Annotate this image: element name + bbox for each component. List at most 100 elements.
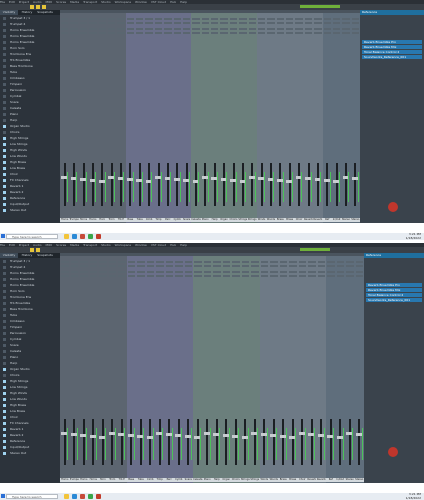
insert-slot[interactable] bbox=[107, 22, 116, 24]
volume-fader-track[interactable] bbox=[288, 163, 291, 206]
channel-header[interactable] bbox=[221, 253, 231, 256]
send-slot[interactable] bbox=[211, 28, 219, 30]
visibility-track-item[interactable]: Horns Ensemble bbox=[0, 283, 60, 288]
send-slot[interactable] bbox=[201, 28, 209, 30]
volume-fader-track[interactable] bbox=[223, 163, 226, 206]
channel-header[interactable] bbox=[125, 10, 135, 13]
send-slot[interactable] bbox=[317, 275, 325, 277]
visibility-track-item[interactable]: Low Strings bbox=[0, 142, 60, 147]
insert-slot[interactable] bbox=[201, 18, 209, 20]
visibility-track-item[interactable]: Percussion bbox=[0, 331, 60, 336]
channel-header[interactable] bbox=[106, 10, 117, 13]
visibility-checkbox[interactable] bbox=[3, 203, 6, 206]
volume-fader-track[interactable] bbox=[120, 163, 122, 206]
send-slot[interactable] bbox=[308, 275, 316, 277]
visibility-track-item[interactable]: Cymbal bbox=[0, 94, 60, 99]
insert-slot[interactable] bbox=[222, 265, 230, 267]
insert-slot[interactable] bbox=[355, 261, 363, 263]
volume-fader-track[interactable] bbox=[260, 163, 263, 206]
visibility-checkbox[interactable] bbox=[3, 284, 6, 287]
channel-header[interactable] bbox=[181, 10, 192, 13]
visibility-checkbox[interactable] bbox=[3, 290, 6, 293]
insert-slot[interactable] bbox=[126, 22, 134, 24]
visibility-track-item[interactable]: Organ Studio bbox=[0, 367, 60, 372]
send-slot[interactable] bbox=[70, 32, 78, 34]
visibility-checkbox[interactable] bbox=[3, 272, 6, 275]
insert-slot[interactable] bbox=[127, 265, 135, 267]
visibility-track-item[interactable]: Choir bbox=[0, 415, 60, 420]
channel-name[interactable]: Choir bbox=[294, 218, 304, 222]
channel-header[interactable] bbox=[238, 10, 248, 13]
channel-name[interactable]: Trom bbox=[107, 478, 117, 482]
visibility-track-item[interactable]: Reverb 1 bbox=[0, 427, 60, 432]
channel-header[interactable] bbox=[316, 253, 326, 256]
send-slot[interactable] bbox=[194, 271, 202, 273]
channel-name[interactable]: Organ bbox=[219, 218, 229, 222]
visibility-checkbox[interactable] bbox=[3, 278, 6, 281]
visibility-track-item[interactable]: Organ Studio bbox=[0, 124, 60, 129]
channel-name[interactable]: Stereo bbox=[350, 218, 360, 222]
channel-name[interactable]: Stereo bbox=[345, 478, 355, 482]
insert-slot[interactable] bbox=[182, 18, 191, 20]
send-slot[interactable] bbox=[286, 28, 294, 30]
channel-header[interactable] bbox=[294, 10, 304, 13]
insert-slot[interactable] bbox=[203, 261, 211, 263]
insert-slot[interactable] bbox=[156, 265, 164, 267]
channel-header[interactable] bbox=[155, 253, 165, 256]
visibility-checkbox[interactable] bbox=[3, 362, 6, 365]
channel-name[interactable]: Horns bbox=[60, 478, 70, 482]
send-slot[interactable] bbox=[137, 271, 145, 273]
insert-slot[interactable] bbox=[239, 22, 247, 24]
channel-header[interactable] bbox=[247, 10, 257, 13]
visibility-checkbox[interactable] bbox=[3, 260, 6, 263]
visibility-checkbox[interactable] bbox=[3, 179, 6, 182]
volume-fader-track[interactable] bbox=[158, 418, 161, 465]
channel-header[interactable] bbox=[135, 10, 145, 13]
insert-slot[interactable] bbox=[118, 261, 126, 263]
send-slot[interactable] bbox=[222, 271, 230, 273]
channel-header[interactable] bbox=[69, 253, 79, 256]
insert-slot[interactable] bbox=[98, 22, 106, 24]
insert-slot[interactable] bbox=[342, 18, 350, 20]
send-slot[interactable] bbox=[351, 28, 359, 30]
insert-slot[interactable] bbox=[175, 265, 183, 267]
visibility-track-item[interactable]: Choirs bbox=[0, 130, 60, 135]
send-slot[interactable] bbox=[201, 32, 209, 34]
volume-fader-track[interactable] bbox=[91, 163, 94, 206]
send-slot[interactable] bbox=[241, 275, 249, 277]
visibility-track-item[interactable]: Tuba bbox=[0, 313, 60, 318]
insert-slot[interactable] bbox=[61, 261, 69, 263]
volume-fader-track[interactable] bbox=[206, 418, 209, 465]
insert-slot[interactable] bbox=[70, 22, 78, 24]
channel-name[interactable]: Reverb bbox=[313, 218, 323, 222]
send-slot[interactable] bbox=[136, 32, 144, 34]
send-slot[interactable] bbox=[173, 32, 181, 34]
app-icon[interactable] bbox=[88, 494, 93, 499]
visibility-checkbox[interactable] bbox=[3, 380, 6, 383]
channel-name[interactable]: Cimb bbox=[144, 218, 154, 222]
send-slot[interactable] bbox=[192, 28, 200, 30]
volume-fader-track[interactable] bbox=[326, 163, 329, 206]
send-slot[interactable] bbox=[213, 275, 221, 277]
channel-header[interactable] bbox=[202, 253, 212, 256]
visibility-checkbox[interactable] bbox=[3, 350, 6, 353]
volume-fader-track[interactable] bbox=[329, 418, 332, 465]
insert-slot[interactable] bbox=[355, 265, 363, 267]
channel-header[interactable] bbox=[79, 253, 89, 256]
send-slot[interactable] bbox=[137, 275, 145, 277]
channel-name[interactable]: Cymb bbox=[172, 218, 182, 222]
send-slot[interactable] bbox=[279, 275, 287, 277]
insert-slot[interactable] bbox=[145, 22, 153, 24]
insert-slot[interactable] bbox=[279, 261, 287, 263]
browser-icon[interactable] bbox=[72, 494, 77, 499]
channel-name[interactable]: Horn bbox=[97, 218, 107, 222]
channel-header[interactable] bbox=[228, 10, 239, 13]
visibility-track-item[interactable]: Trumpet 3 / 1 bbox=[0, 16, 60, 21]
channel-header[interactable] bbox=[183, 253, 193, 256]
reference-item[interactable]: Tonal Balance Control 2 bbox=[366, 293, 422, 297]
insert-slot[interactable] bbox=[298, 261, 306, 263]
send-slot[interactable] bbox=[70, 275, 78, 277]
insert-slot[interactable] bbox=[61, 265, 69, 267]
channel-header[interactable] bbox=[240, 253, 250, 256]
channel-header[interactable] bbox=[69, 10, 79, 13]
